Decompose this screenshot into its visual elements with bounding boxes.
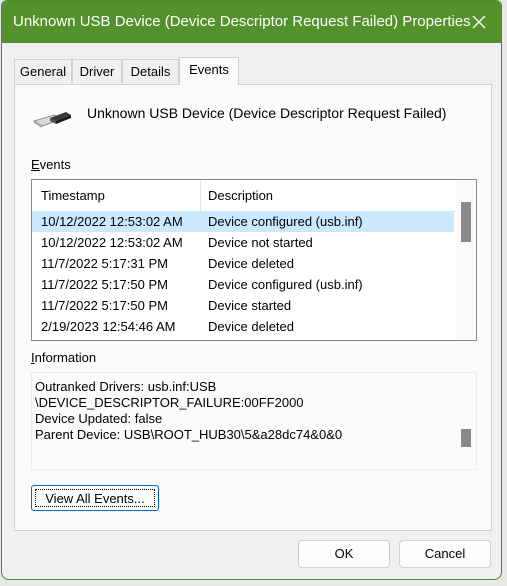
column-header-description[interactable]: Description xyxy=(208,188,273,203)
info-line: Parent Device: USB\ROOT_HUB30\5&a28dc74&… xyxy=(35,427,343,442)
events-list[interactable]: Timestamp Description 10/12/2022 12:53:0… xyxy=(31,179,477,341)
event-row[interactable]: 11/7/2022 5:17:50 PM Device started xyxy=(32,295,454,316)
tab-details[interactable]: Details xyxy=(122,59,179,83)
info-line: \DEVICE_DESCRIPTOR_FAILURE:00FF2000 xyxy=(35,395,304,410)
event-timestamp: 11/7/2022 5:17:31 PM xyxy=(41,256,168,271)
information-scrollbar[interactable] xyxy=(456,373,476,469)
events-label: Events xyxy=(31,157,71,172)
column-divider[interactable] xyxy=(200,180,201,211)
event-description: Device deleted xyxy=(208,256,294,271)
view-all-events-label: View All Events... xyxy=(35,489,155,507)
event-description: Device not started xyxy=(208,235,313,250)
event-timestamp: 11/7/2022 5:17:50 PM xyxy=(41,298,168,313)
tab-events[interactable]: Events xyxy=(179,57,239,85)
usb-icon xyxy=(33,112,71,128)
cancel-button[interactable]: Cancel xyxy=(399,540,491,568)
event-description: Device configured (usb.inf) xyxy=(208,277,363,292)
events-scrollbar-thumb[interactable] xyxy=(461,202,471,242)
information-scrollbar-thumb[interactable] xyxy=(461,429,471,447)
ok-button[interactable]: OK xyxy=(298,540,390,568)
close-icon xyxy=(472,15,486,29)
info-line: Device Updated: false xyxy=(35,411,163,426)
event-row[interactable]: 11/7/2022 5:17:50 PM Device configured (… xyxy=(32,274,454,295)
event-timestamp: 10/12/2022 12:53:02 AM xyxy=(41,235,183,250)
properties-dialog: Unknown USB Device (Device Descriptor Re… xyxy=(1,0,502,580)
event-description: Device started xyxy=(208,298,292,313)
event-description: Device configured (usb.inf) xyxy=(208,214,363,229)
tab-driver[interactable]: Driver xyxy=(72,59,122,83)
device-name: Unknown USB Device (Device Descriptor Re… xyxy=(87,105,447,121)
view-all-events-button[interactable]: View All Events... xyxy=(31,485,159,511)
information-textbox[interactable]: Outranked Drivers: usb.inf:USB \DEVICE_D… xyxy=(31,372,477,470)
event-timestamp: 2/19/2023 12:54:46 AM xyxy=(41,319,176,334)
info-line: Outranked Drivers: usb.inf:USB xyxy=(35,379,217,394)
information-label: Information xyxy=(31,350,97,365)
close-button[interactable] xyxy=(457,1,501,43)
event-row[interactable]: 10/12/2022 12:53:02 AM Device not starte… xyxy=(32,232,454,253)
events-scrollbar[interactable] xyxy=(456,180,476,340)
event-timestamp: 10/12/2022 12:53:02 AM xyxy=(41,214,183,229)
title-bar[interactable]: Unknown USB Device (Device Descriptor Re… xyxy=(2,1,501,43)
event-description: Device deleted xyxy=(208,319,294,334)
event-row[interactable]: 2/19/2023 12:54:46 AM Device deleted xyxy=(32,316,454,337)
column-header-timestamp[interactable]: Timestamp xyxy=(41,188,105,203)
event-row[interactable]: 10/12/2022 12:53:02 AM Device configured… xyxy=(32,211,454,232)
events-list-header: Timestamp Description xyxy=(32,180,457,212)
event-row[interactable]: 11/7/2022 5:17:31 PM Device deleted xyxy=(32,253,454,274)
events-tab-panel: Unknown USB Device (Device Descriptor Re… xyxy=(14,84,492,531)
window-title: Unknown USB Device (Device Descriptor Re… xyxy=(13,13,471,30)
event-timestamp: 11/7/2022 5:17:50 PM xyxy=(41,277,168,292)
tab-general[interactable]: General xyxy=(14,59,72,83)
